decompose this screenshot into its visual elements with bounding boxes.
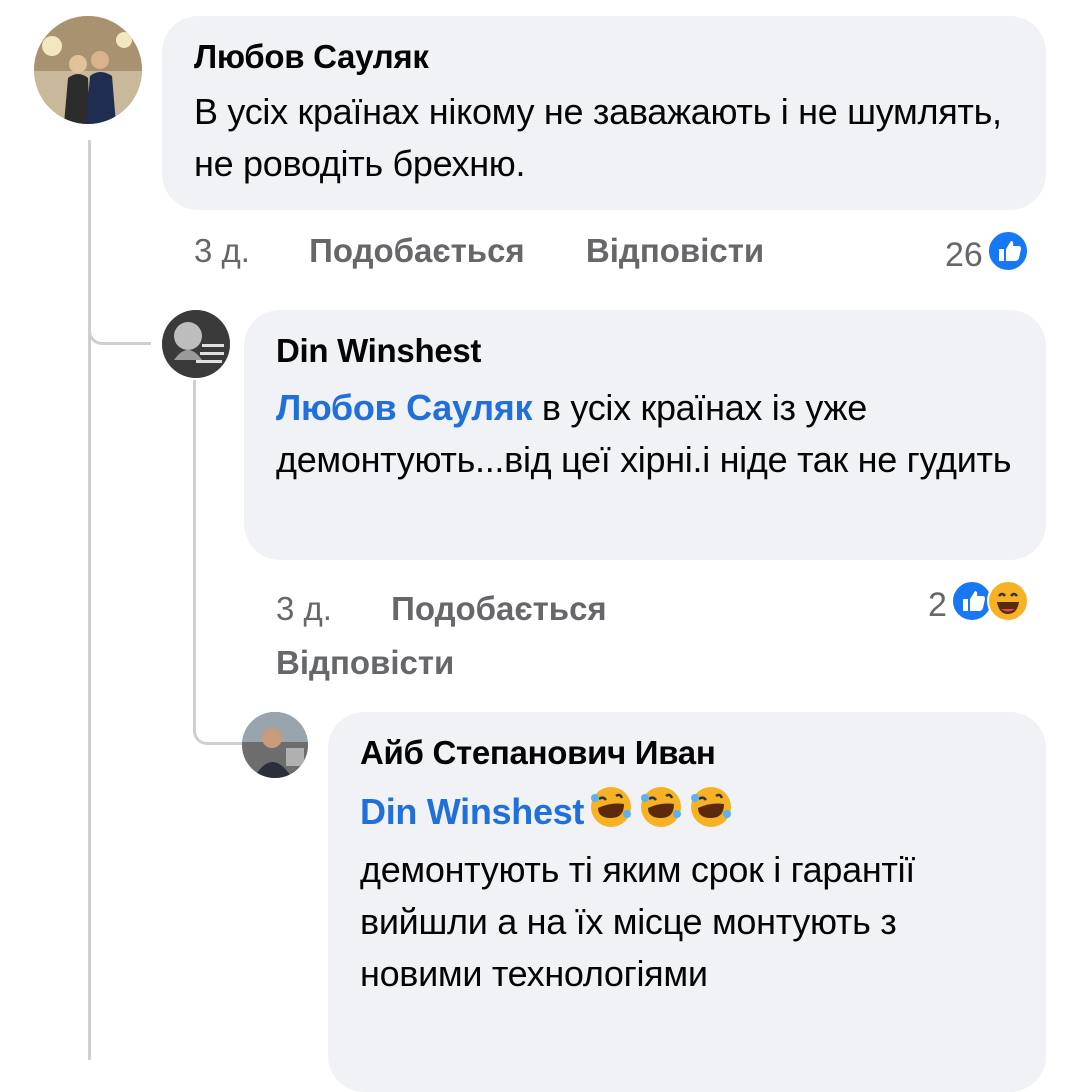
comment-actions: 3 д. Подобається Відповісти [276,582,607,690]
comment-text: В усіх країнах нікому не заважають і не … [194,91,1002,184]
comment-text: Din Winshest демонтують ті яким срок і г… [360,784,1000,1000]
comment-time[interactable]: 3 д. [276,590,332,627]
avatar[interactable] [34,16,142,124]
comment-author[interactable]: Din Winshest [276,332,1046,370]
avatar[interactable] [242,712,308,778]
like-button[interactable]: Подобається [391,590,607,627]
comment-body: демонтують ті яким срок і гарантії вийшл… [360,849,915,994]
comment-actions: 3 д. Подобається Відповісти [194,232,764,270]
mention-link[interactable]: Любов Сауляк [276,387,532,428]
reaction-summary[interactable]: 26 [945,230,1029,281]
like-icon [986,230,1029,281]
comment-author[interactable]: Айб Степанович Иван [360,734,1046,772]
rolling-laughing-emoji-icon [638,784,684,844]
laughing-emoji-icon [986,580,1029,631]
thread-line-main [88,140,91,1060]
reply-button[interactable]: Відповісти [276,636,607,690]
like-button[interactable]: Подобається [309,232,525,269]
comment-author[interactable]: Любов Сауляк [194,38,1046,76]
comment-bubble: Айб Степанович Иван Din Winshest демонту… [328,712,1046,1092]
reaction-count: 2 [928,586,947,624]
reply-button[interactable]: Відповісти [586,232,764,269]
thread-line-reply [193,380,196,720]
comment-bubble: Любов Сауляк В усіх країнах нікому не за… [162,16,1046,210]
mention-link[interactable]: Din Winshest [360,791,584,832]
comment-bubble: Din Winshest Любов Сауляк в усіх країнах… [244,310,1046,560]
rolling-laughing-emoji-icon [588,784,634,844]
avatar[interactable] [162,310,230,378]
thread-elbow-reply-2 [193,700,244,745]
reaction-count: 26 [945,236,983,274]
rolling-laughing-emoji-icon [688,784,734,844]
comment-time[interactable]: 3 д. [194,232,250,269]
reaction-summary[interactable]: 2 [928,580,1029,631]
thread-elbow-reply-1 [88,300,151,345]
comment-text: Любов Сауляк в усіх країнах із уже демон… [276,382,1026,486]
